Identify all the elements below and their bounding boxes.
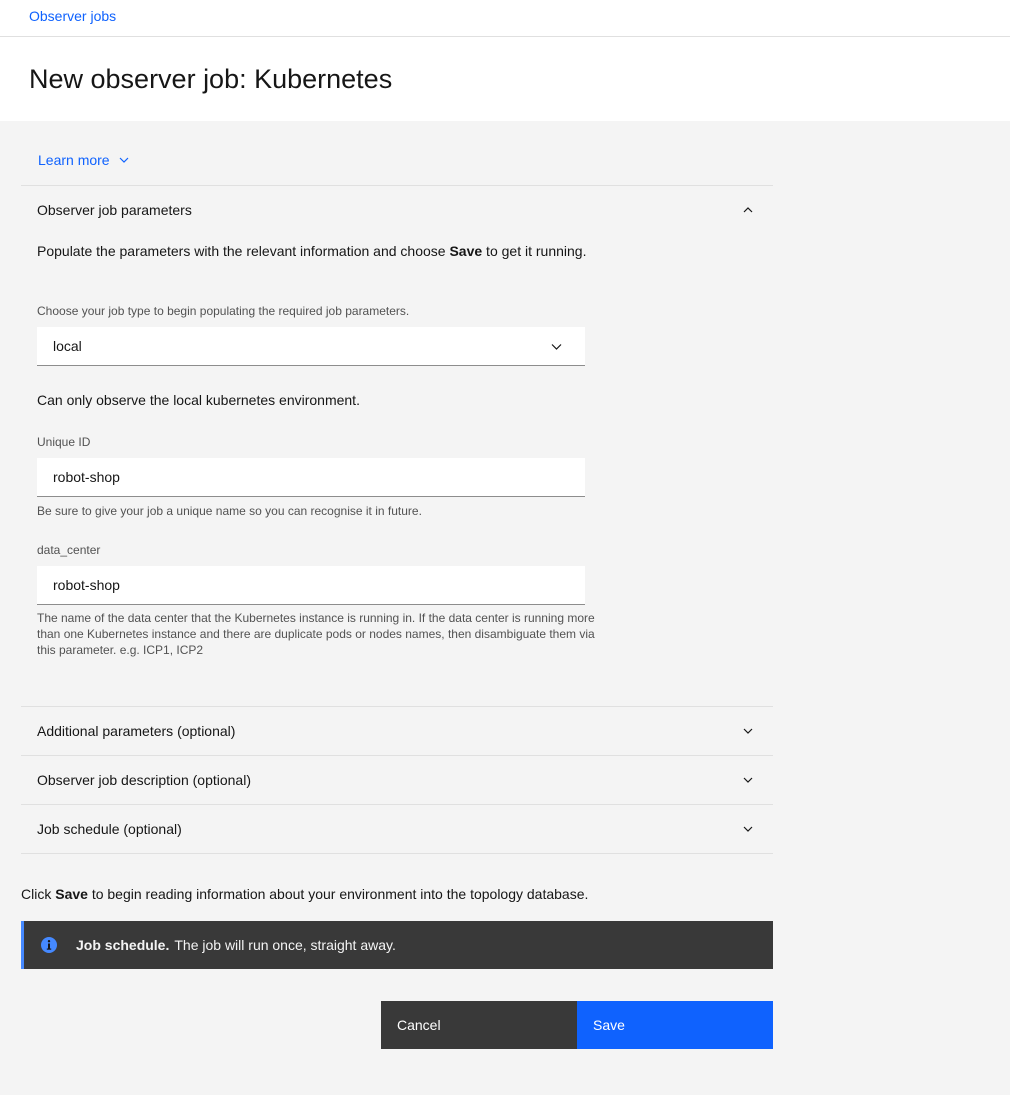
info-icon <box>40 936 58 954</box>
accordion-title: Job schedule (optional) <box>37 821 182 837</box>
job-type-description: Can only observe the local kubernetes en… <box>37 392 360 408</box>
chevron-down-icon <box>118 154 130 166</box>
breadcrumb: Observer jobs <box>0 0 1010 37</box>
save-instruction-part: to begin reading information about your … <box>87 886 589 902</box>
accordion-header-additional-parameters[interactable]: Additional parameters (optional) <box>21 707 773 755</box>
unique-id-input[interactable]: robot-shop <box>37 458 585 497</box>
chevron-down-icon <box>741 773 755 787</box>
data-center-label: data_center <box>37 543 101 557</box>
accordion-header-observer-job-description[interactable]: Observer job description (optional) <box>21 756 773 804</box>
accordion-title: Observer job description (optional) <box>37 772 251 788</box>
data-center-helper: The name of the data center that the Kub… <box>37 611 595 657</box>
intro-text-part: Populate the parameters with the relevan… <box>37 243 450 259</box>
save-instruction-bold: Save <box>55 886 88 902</box>
accordion-additional-parameters: Additional parameters (optional) <box>21 706 773 755</box>
accordion-header-observer-job-parameters[interactable]: Observer job parameters <box>21 186 773 234</box>
learn-more-toggle[interactable]: Learn more <box>38 152 130 168</box>
save-instruction-part: Click <box>21 886 56 902</box>
accordion-header-job-schedule[interactable]: Job schedule (optional) <box>21 805 773 853</box>
breadcrumb-link-observer-jobs[interactable]: Observer jobs <box>29 8 116 24</box>
intro-text-part: to get it running. <box>482 243 587 259</box>
chevron-up-icon <box>741 203 755 217</box>
job-type-label: Choose your job type to begin populating… <box>37 304 410 318</box>
data-center-input[interactable]: robot-shop <box>37 566 585 605</box>
job-type-select[interactable]: local <box>37 327 585 366</box>
page-title: New observer job: Kubernetes <box>29 64 393 94</box>
accordion-observer-job-parameters: Observer job parameters <box>21 185 773 234</box>
learn-more-label: Learn more <box>38 152 110 168</box>
job-schedule-notification: Job schedule. The job will run once, str… <box>21 921 773 969</box>
page-header: New observer job: Kubernetes <box>0 37 1010 121</box>
accordion-job-schedule: Job schedule (optional) <box>21 804 773 854</box>
unique-id-label: Unique ID <box>37 435 91 449</box>
job-type-select-value: local <box>53 338 82 354</box>
notification-title: Job schedule. <box>76 937 170 953</box>
save-button-label: Save <box>593 1017 625 1033</box>
cancel-button-label: Cancel <box>397 1017 441 1033</box>
cancel-button[interactable]: Cancel <box>381 1001 577 1049</box>
save-instruction-text: Click Save to begin reading information … <box>21 886 588 902</box>
accordion-observer-job-description: Observer job description (optional) <box>21 755 773 804</box>
accordion-title: Observer job parameters <box>37 202 192 218</box>
main-content: Learn more Observer job parameters Popul… <box>0 121 1010 1095</box>
accordion-title: Additional parameters (optional) <box>37 723 236 739</box>
save-button[interactable]: Save <box>577 1001 773 1049</box>
chevron-down-icon <box>741 724 755 738</box>
unique-id-helper: Be sure to give your job a unique name s… <box>37 504 422 518</box>
unique-id-value: robot-shop <box>53 469 120 485</box>
chevron-down-icon <box>741 822 755 836</box>
notification-message: The job will run once, straight away. <box>174 937 396 953</box>
intro-text: Populate the parameters with the relevan… <box>37 242 597 261</box>
chevron-down-icon <box>550 340 563 353</box>
data-center-value: robot-shop <box>53 577 120 593</box>
intro-text-bold: Save <box>449 243 483 259</box>
